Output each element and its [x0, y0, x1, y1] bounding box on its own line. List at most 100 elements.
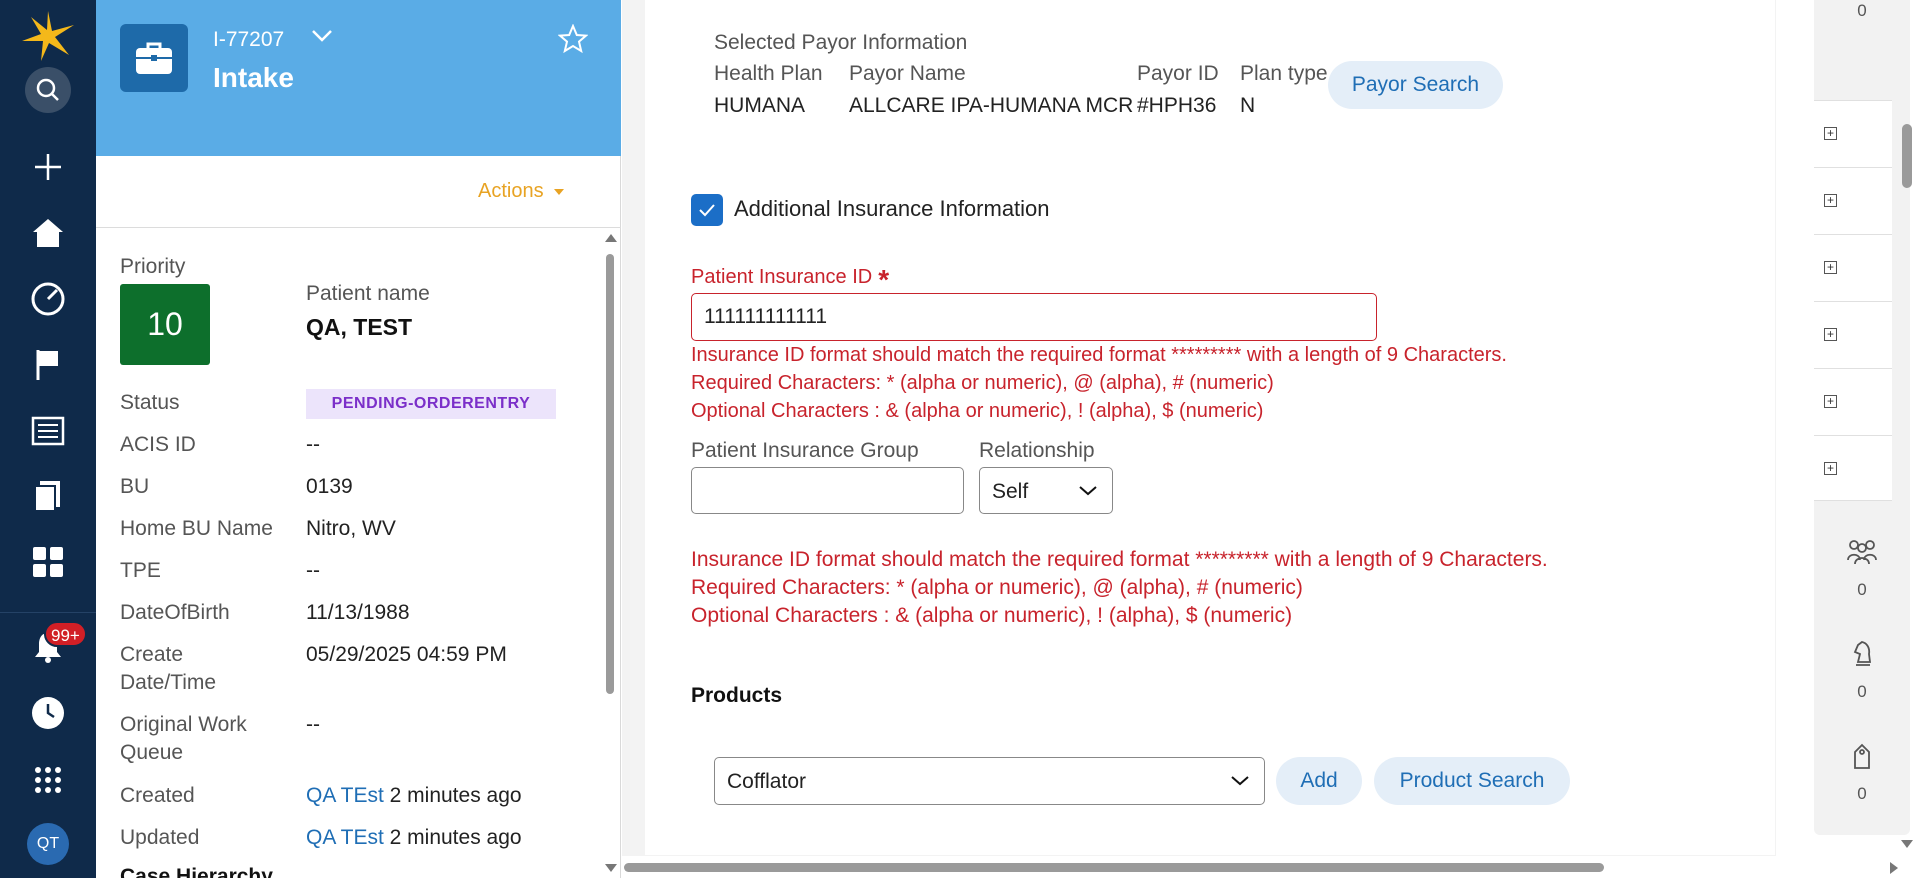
create-datetime-label: Create Date/Time	[120, 643, 217, 694]
search-icon[interactable]	[0, 64, 96, 116]
logo-icon[interactable]	[0, 6, 96, 66]
priority-badge: 10	[120, 284, 210, 365]
scroll-down-arrow[interactable]	[1901, 840, 1913, 848]
scroll-thumb[interactable]	[606, 254, 614, 694]
payor-id-header: Payor ID	[1137, 62, 1219, 85]
dashboard-icon[interactable]	[0, 273, 96, 325]
plan-type-value: N	[1240, 94, 1256, 117]
left-nav: 99+ QT	[0, 0, 96, 878]
updated-by-link[interactable]: QA TEst	[306, 826, 384, 849]
insurance-group-label: Patient Insurance Group	[691, 439, 919, 462]
priority-label: Priority	[120, 255, 186, 278]
case-header: I-77207 Intake	[96, 0, 621, 156]
vertical-scrollbar[interactable]	[1896, 0, 1920, 856]
expand-section-toggle[interactable]: +	[1814, 100, 1892, 167]
dob-label: DateOfBirth	[120, 601, 230, 624]
history-icon[interactable]	[0, 687, 96, 739]
scroll-down-arrow[interactable]	[605, 864, 617, 872]
nav-divider	[0, 612, 96, 613]
expand-section-toggle[interactable]: +	[1814, 368, 1892, 435]
updated-when: 2 minutes ago	[389, 826, 522, 849]
insurance-group-input[interactable]	[691, 467, 964, 514]
payor-search-button[interactable]: Payor Search	[1328, 61, 1503, 109]
product-selected-value: Cofflator	[727, 770, 806, 793]
briefcase-icon	[120, 24, 188, 92]
expand-section-toggle[interactable]: +	[1814, 301, 1892, 368]
caret-down-icon	[553, 188, 564, 195]
plus-square-icon: +	[1824, 328, 1837, 341]
work-queue-label: Original Work Queue	[120, 713, 247, 764]
create-datetime-value: 05/29/2025 04:59 PM	[306, 643, 507, 666]
additional-insurance-label: Additional Insurance Information	[734, 196, 1050, 221]
horizontal-scrollbar[interactable]	[622, 856, 1920, 878]
health-plan-value: HUMANA	[714, 94, 806, 117]
created-label: Created	[120, 784, 195, 807]
apps-grid-icon[interactable]	[0, 536, 96, 588]
notification-badge: 99+	[44, 621, 87, 647]
case-hierarchy-heading[interactable]: Case Hierarchy	[120, 865, 273, 878]
actions-menu-button[interactable]: Actions	[478, 180, 564, 203]
case-type-title: Intake	[213, 62, 294, 93]
patient-insurance-id-input[interactable]	[691, 293, 1377, 341]
home-bu-value: Nitro, WV	[306, 517, 396, 540]
tpe-label: TPE	[120, 559, 161, 582]
documents-icon[interactable]	[0, 470, 96, 522]
product-select[interactable]: Cofflator	[714, 757, 1265, 805]
additional-insurance-checkbox[interactable]	[691, 194, 723, 226]
patient-name: QA, TEST	[306, 314, 413, 340]
created-when: 2 minutes ago	[389, 784, 522, 807]
bu-label: BU	[120, 475, 150, 498]
add-product-button[interactable]: Add	[1276, 757, 1362, 805]
actions-row: Actions	[96, 156, 621, 228]
insurance-validation-line: Required Characters: * (alpha or numeric…	[691, 576, 1303, 599]
horizontal-scroll-thumb[interactable]	[624, 863, 1604, 872]
plus-icon[interactable]	[0, 141, 96, 193]
plus-square-icon: +	[1824, 395, 1837, 408]
expand-section-toggle[interactable]: +	[1814, 435, 1892, 501]
relationship-select[interactable]: Self	[979, 467, 1113, 514]
home-bu-label: Home BU Name	[120, 517, 273, 540]
product-search-button[interactable]: Product Search	[1374, 757, 1570, 805]
payor-id-value: #HPH36	[1137, 94, 1217, 117]
vertical-scroll-thumb[interactable]	[1902, 124, 1912, 188]
plus-square-icon: +	[1824, 127, 1837, 140]
insurance-id-error-line: Optional Characters : & (alpha or numeri…	[691, 400, 1264, 422]
star-icon[interactable]	[557, 23, 589, 59]
insurance-id-error-line: Required Characters: * (alpha or numeric…	[691, 372, 1274, 394]
intake-form: Selected Payor Information Health Plan P…	[645, 0, 1775, 855]
work-queue-value: --	[306, 713, 320, 736]
required-asterisk: *	[878, 264, 890, 295]
patient-name-label: Patient name	[306, 282, 430, 305]
launcher-icon[interactable]	[0, 754, 96, 806]
details-scrollbar[interactable]	[600, 230, 618, 878]
acis-id-label: ACIS ID	[120, 433, 196, 456]
payor-name-value: ALLCARE IPA-HUMANA MCR	[849, 94, 1134, 117]
status-badge: PENDING-ORDERENTRY	[306, 389, 556, 419]
avatar[interactable]: QT	[27, 823, 69, 865]
flag-icon[interactable]	[0, 339, 96, 391]
updated-value: QA TEst 2 minutes ago	[306, 824, 522, 852]
health-plan-header: Health Plan	[714, 62, 823, 85]
home-icon[interactable]	[0, 207, 96, 259]
payor-name-header: Payor Name	[849, 62, 966, 85]
plan-type-header: Plan type	[1240, 62, 1328, 85]
chevron-down-icon[interactable]	[310, 28, 334, 49]
actions-label: Actions	[478, 180, 544, 202]
scroll-right-arrow[interactable]	[1890, 862, 1898, 874]
relationship-selected-value: Self	[992, 480, 1029, 503]
expand-section-toggle[interactable]: +	[1814, 234, 1892, 301]
insurance-validation-line: Insurance ID format should match the req…	[691, 548, 1548, 571]
scroll-up-arrow[interactable]	[605, 234, 617, 242]
plus-square-icon: +	[1824, 462, 1837, 475]
created-value: QA TEst 2 minutes ago	[306, 782, 522, 810]
tpe-value: --	[306, 559, 320, 582]
news-icon[interactable]	[0, 405, 96, 457]
expand-section-toggle[interactable]: +	[1814, 167, 1892, 234]
plus-square-icon: +	[1824, 261, 1837, 274]
plus-square-icon: +	[1824, 194, 1837, 207]
created-by-link[interactable]: QA TEst	[306, 784, 384, 807]
insurance-id-error-line: Insurance ID format should match the req…	[691, 344, 1507, 366]
dob-value: 11/13/1988	[306, 601, 410, 624]
relationship-label: Relationship	[979, 439, 1095, 462]
bu-value: 0139	[306, 475, 353, 498]
